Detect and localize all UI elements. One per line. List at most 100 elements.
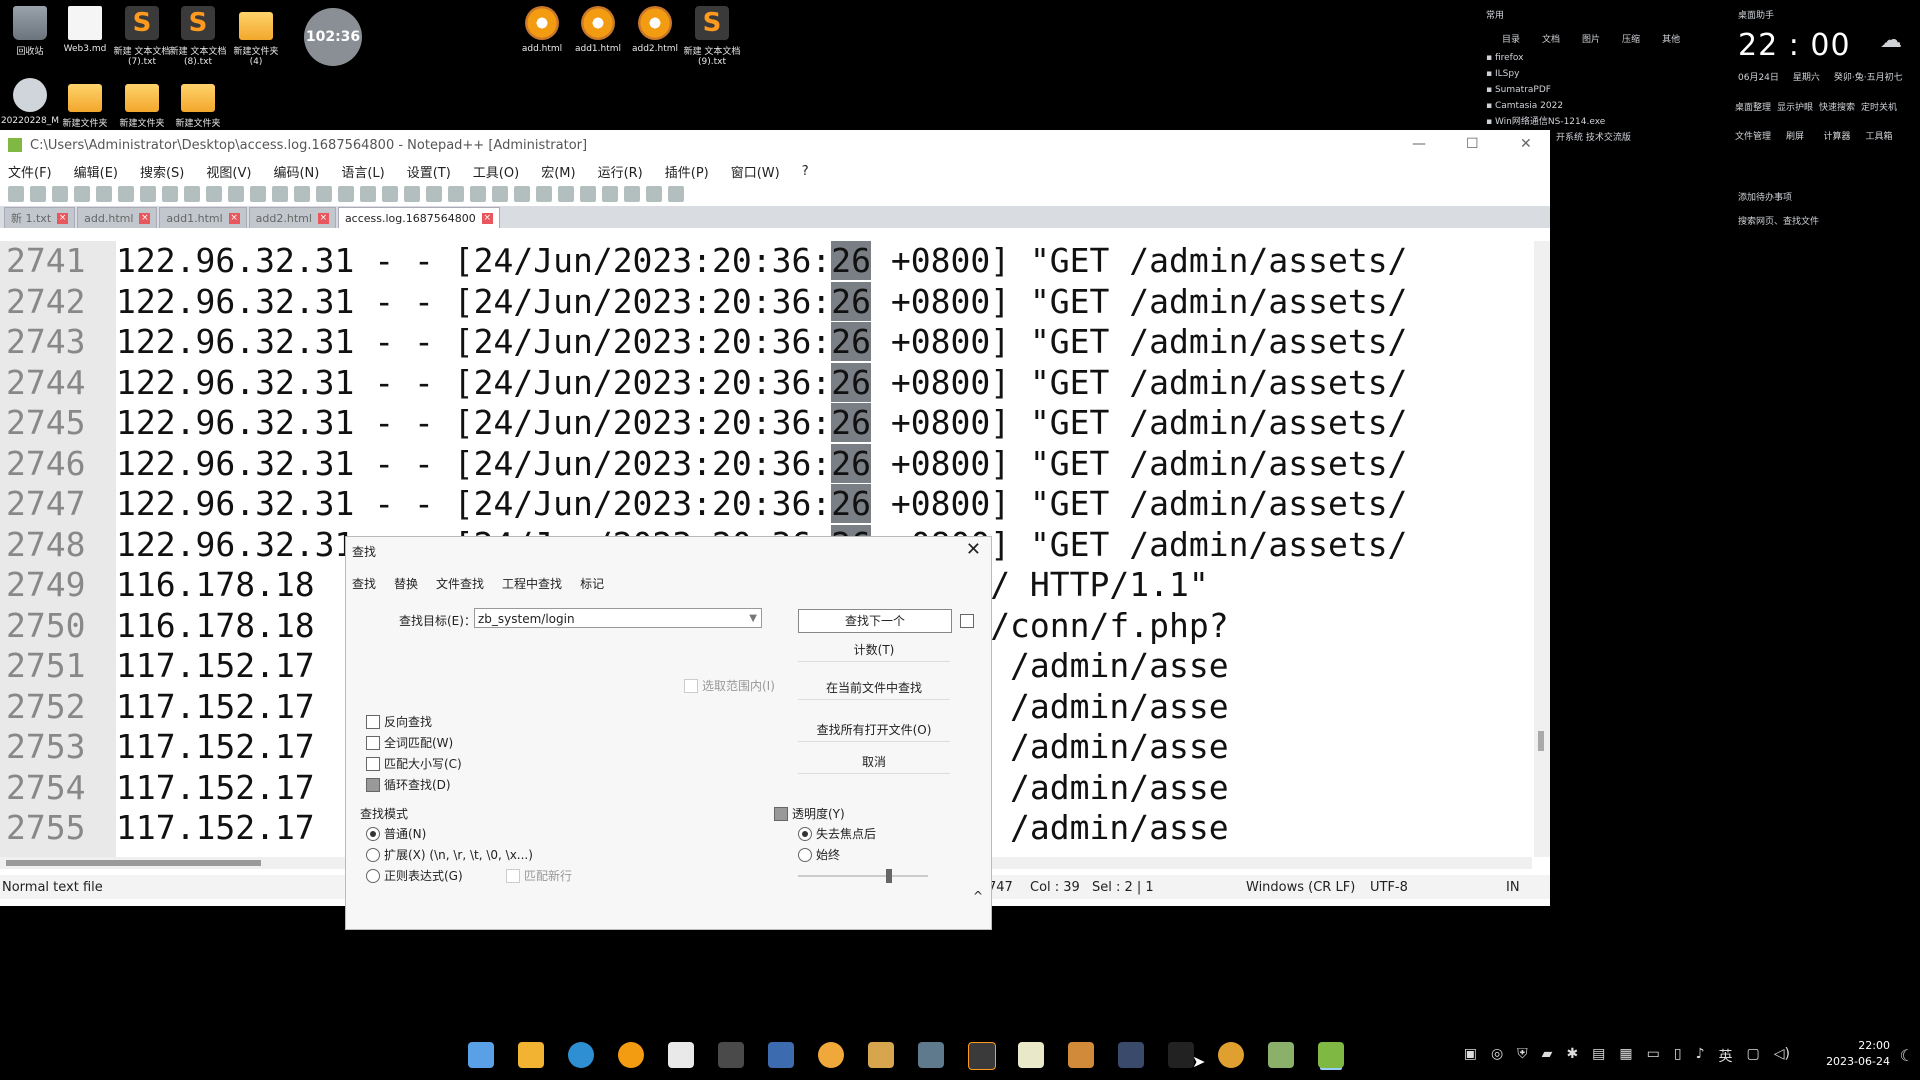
editor-line[interactable]: 2741 122.96.32.31 - - [24/Jun/2023:20:36:… [0,241,1407,281]
slider-knob[interactable] [886,869,892,883]
app-icon[interactable] [1068,1042,1094,1068]
app-icon[interactable] [1118,1042,1144,1068]
in-selection-checkbox[interactable]: 选取范围内(I) [684,677,775,694]
desktop-folder-icon[interactable]: 新建文件夹 [112,78,172,129]
desktop-folder-icon[interactable]: 新建文件夹 [168,78,228,129]
widget-tool[interactable]: 文件管理 [1732,129,1774,142]
start-button-icon[interactable] [468,1042,494,1068]
redo-icon[interactable] [250,186,266,202]
find-icon[interactable] [272,186,288,202]
widget-tab[interactable]: 目录 [1502,32,1520,45]
show-all-icon[interactable] [426,186,442,202]
menu-run[interactable]: 运行(R) [598,162,643,181]
function-list-icon[interactable] [514,186,530,202]
microphone-icon[interactable]: ♪ [1696,1046,1705,1066]
widget-tab[interactable]: 其他 [1662,32,1680,45]
doc-map-icon[interactable] [492,186,508,202]
tab-close-icon[interactable]: × [317,212,329,224]
menu-settings[interactable]: 设置(T) [407,162,451,181]
tab-find[interactable]: 查找 [352,575,376,592]
menu-macro[interactable]: 宏(M) [541,162,575,181]
tray-app-icon[interactable]: ◎ [1491,1046,1503,1066]
transparency-always-radio[interactable]: 始终 [798,846,840,863]
udl-icon[interactable] [470,186,486,202]
app-icon[interactable] [718,1042,744,1068]
desktop-html-icon[interactable]: add2.html [625,6,685,54]
zoom-out-icon[interactable] [338,186,354,202]
gear-icon[interactable]: ✱ [1566,1046,1578,1066]
widget-app-item[interactable]: ▪ Win网络通信NS-1214.exe [1486,114,1631,130]
desktop-file-icon[interactable]: Web3.md [55,6,115,54]
widget-tool[interactable]: 工具箱 [1858,129,1900,142]
menu-view[interactable]: 视图(V) [206,162,251,181]
indent-guide-icon[interactable] [448,186,464,202]
widget-app-item[interactable]: ▪ ILSpy [1486,66,1631,82]
editor-line[interactable]: 2744 122.96.32.31 - - [24/Jun/2023:20:36:… [0,362,1407,403]
app-icon[interactable] [1218,1042,1244,1068]
print-icon[interactable] [140,186,156,202]
desktop-file-icon[interactable]: 新建 文本文档 (9).txt [682,6,742,67]
paste-icon[interactable] [206,186,222,202]
wrap-icon[interactable] [404,186,420,202]
usb-icon[interactable]: ▯ [1674,1046,1682,1066]
close-button[interactable]: ✕ [1520,136,1532,152]
floating-clock[interactable]: 102:36 [304,8,362,66]
menu-window[interactable]: 窗口(W) [731,162,780,181]
app-icon[interactable] [768,1042,794,1068]
replace-icon[interactable] [294,186,310,202]
menu-tools[interactable]: 工具(O) [473,162,519,181]
find-next-option-checkbox[interactable] [960,614,974,628]
close-file-icon[interactable] [96,186,112,202]
desktop-folder-icon[interactable]: 新建文件夹 [55,78,115,129]
app-icon[interactable] [1168,1042,1194,1068]
tab-close-icon[interactable]: × [481,212,493,224]
match-newline-checkbox[interactable]: 匹配新行 [506,867,572,884]
widget-app-item[interactable]: ▪ firefox [1486,50,1631,66]
widget-todo[interactable]: 添加待办事项 [1738,190,1792,203]
widget-tool[interactable]: 计算器 [1816,129,1858,142]
tab-close-icon[interactable]: × [57,212,69,224]
save-all-icon[interactable] [74,186,90,202]
sync-h-icon[interactable] [382,186,398,202]
backward-checkbox[interactable]: 反向查找 [366,713,432,730]
widget-tool[interactable]: 刷屏 [1774,129,1816,142]
menu-file[interactable]: 文件(F) [8,162,52,181]
new-file-icon[interactable] [8,186,24,202]
tray-app-icon[interactable]: ▰ [1542,1046,1553,1066]
vertical-scrollbar[interactable] [1534,241,1550,857]
match-case-checkbox[interactable]: 匹配大小写(C) [366,755,462,772]
file-tab[interactable]: add2.html × [248,207,336,228]
tray-app-icon[interactable]: ▦ [1619,1046,1632,1066]
count-button[interactable]: 计数(T) [798,639,950,662]
sync-v-icon[interactable] [360,186,376,202]
file-tab[interactable]: add.html × [77,207,158,228]
find-next-button[interactable]: 查找下一个 [798,609,952,633]
window-titlebar[interactable]: C:\Users\Administrator\Desktop\access.lo… [0,130,1550,160]
taskbar-clock[interactable]: 22:00 2023-06-24 [1826,1038,1890,1070]
wrap-around-checkbox[interactable]: 循环查找(D) [366,776,451,793]
file-tab[interactable]: 新 1.txt × [4,207,76,228]
tab-close-icon[interactable]: × [228,212,240,224]
desktop-html-icon[interactable]: add1.html [568,6,628,54]
tab-find-in-files[interactable]: 文件查找 [436,575,484,592]
desktop-zip-icon[interactable]: 20220228_M [0,78,60,126]
desktop-html-icon[interactable]: add.html [512,6,572,54]
menu-help[interactable]: ? [802,164,809,179]
widget-app-item[interactable]: ▪ SumatraPDF [1486,82,1631,98]
scroll-thumb[interactable] [6,860,261,866]
tab-find-in-project[interactable]: 工程中查找 [502,575,562,592]
widget-tool[interactable]: 定时关机 [1858,100,1900,113]
menu-search[interactable]: 搜索(S) [140,162,184,181]
mode-extended-radio[interactable]: 扩展(X) (\n, \r, \t, \0, \x...) [366,846,533,863]
find-all-open-button[interactable]: 查找所有打开文件(O) [798,719,950,742]
zoom-in-icon[interactable] [316,186,332,202]
weather-icon[interactable]: ☁ [1880,28,1902,53]
find-input[interactable]: zb_system/login ▼ [474,608,762,628]
widget-tab[interactable]: 压缩 [1622,32,1640,45]
record-macro-icon[interactable] [580,186,596,202]
shield-icon[interactable]: ⛨ [1517,1046,1528,1066]
cut-icon[interactable] [162,186,178,202]
menu-edit[interactable]: 编辑(E) [74,162,118,181]
app-icon[interactable] [918,1042,944,1068]
widget-tool[interactable]: 快速搜索 [1816,100,1858,113]
